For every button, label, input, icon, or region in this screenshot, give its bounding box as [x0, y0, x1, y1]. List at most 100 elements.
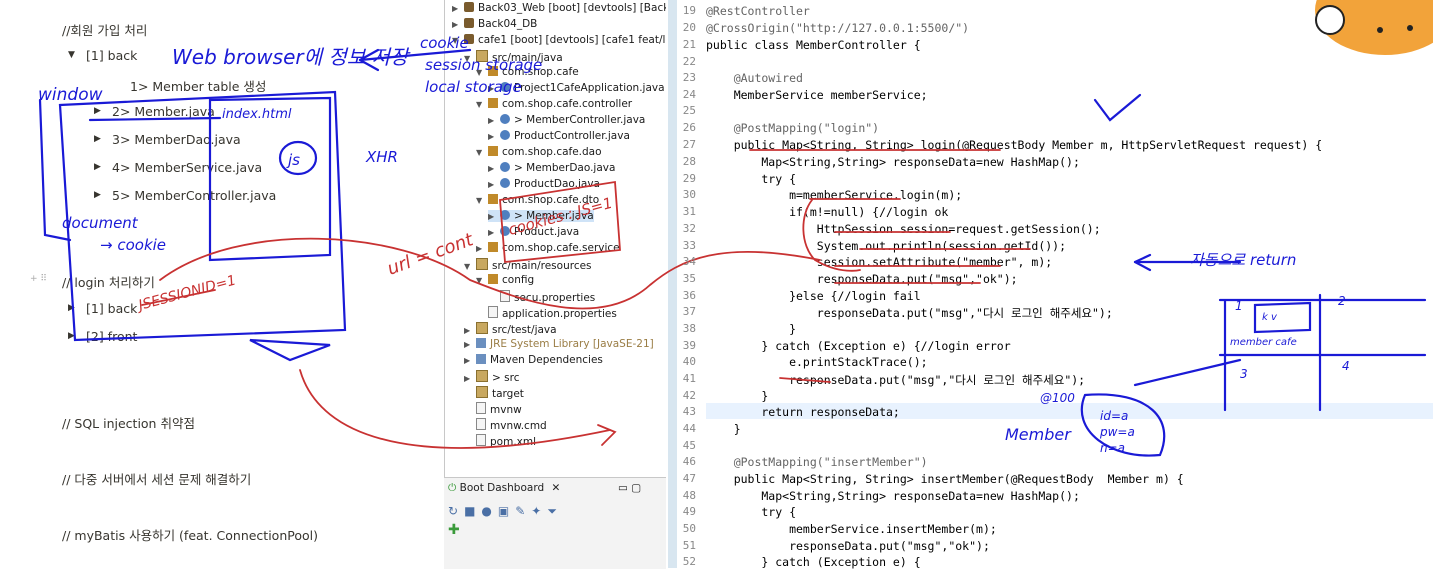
tree-item[interactable]: ▼ com.shop.cafe.dao: [476, 146, 602, 158]
line-number: 34: [682, 255, 696, 268]
debug-icon[interactable]: ●: [481, 504, 497, 518]
boot-icon: ⏻: [448, 482, 457, 494]
add-icon[interactable]: ✚: [448, 522, 460, 538]
tree-item[interactable]: ▼ com.shop.cafe.controller: [476, 98, 632, 110]
maximize-icon[interactable]: ▢: [631, 482, 641, 494]
code-line: @CrossOrigin("http://127.0.0.1:5500/"): [706, 21, 970, 35]
open-console-icon[interactable]: ▣: [498, 504, 515, 518]
tree-item[interactable]: ▶ src/test/java: [464, 322, 557, 336]
minimize-icon[interactable]: ▭: [618, 482, 628, 494]
boot-dashboard-tab[interactable]: ⏻ Boot Dashboard ✕: [448, 482, 560, 495]
view-controls[interactable]: ▭ ▢: [618, 482, 641, 494]
code-line: memberService.insertMember(m);: [706, 522, 997, 536]
code-line: return responseData;: [706, 405, 900, 419]
line-number: 32: [682, 222, 696, 235]
line-number: 35: [682, 272, 696, 285]
folder-icon: [488, 274, 498, 284]
notes-item-5: 5> MemberController.java: [112, 188, 277, 203]
tree-item[interactable]: ▶ > src: [464, 370, 519, 384]
stop-icon[interactable]: ■: [464, 504, 481, 518]
source-folder-icon: [476, 258, 488, 270]
tree-item[interactable]: ▼ src/main/resources: [464, 258, 592, 272]
tree-item[interactable]: ▶ Product.java: [488, 226, 579, 238]
notes-item-1: 1> Member table 생성: [130, 79, 267, 94]
tree-item-selected[interactable]: ▶ > Member.java: [488, 210, 594, 222]
line-number: 19: [682, 4, 696, 17]
code-line: try {: [706, 172, 797, 186]
line-number: 41: [682, 372, 696, 385]
notes-login-back: [1] back: [86, 301, 138, 316]
tree-item[interactable]: ▶ Back04_DB: [452, 18, 537, 30]
folder-icon: [476, 370, 488, 382]
tree-item[interactable]: ▼ com.shop.cafe.dto: [476, 194, 599, 206]
tree-item[interactable]: ▼ cafe1 [boot] [devtools] [cafe1 feat/lo: [452, 34, 672, 46]
line-number: 51: [682, 539, 696, 552]
tree-item[interactable]: ▼ config: [476, 274, 534, 286]
tree-item[interactable]: ▼ src/main/java: [464, 50, 563, 64]
expand-triangle-icon[interactable]: ▶: [94, 190, 101, 200]
line-number: 44: [682, 422, 696, 435]
expand-triangle-icon[interactable]: ▶: [94, 162, 101, 172]
notes-back: [1] back: [86, 48, 138, 63]
tree-item[interactable]: ▶ Back03_Web [boot] [devtools] [Back03: [452, 2, 683, 14]
tree-item[interactable]: ▶ JRE System Library [JavaSE-21]: [464, 338, 654, 350]
add-block-icon[interactable]: + ⠿: [30, 274, 47, 284]
java-file-icon: [500, 130, 510, 140]
close-icon[interactable]: ✕: [551, 482, 560, 494]
overview-ruler[interactable]: [668, 0, 677, 568]
code-line: responseData.put("msg","다시 로그인 해주세요");: [706, 306, 1113, 320]
tree-item[interactable]: ▶ Project1CafeApplication.java: [488, 82, 665, 94]
tree-item[interactable]: ▶ > MemberController.java: [488, 114, 645, 126]
tree-item[interactable]: ▼ com.shop.cafe: [476, 66, 579, 78]
code-line: @RestController: [706, 4, 810, 18]
file-icon: [476, 402, 486, 414]
notes-login-front: [2] front: [86, 329, 138, 344]
line-number: 47: [682, 472, 696, 485]
tree-item[interactable]: ▶ Maven Dependencies: [464, 354, 603, 366]
line-number: 25: [682, 104, 696, 117]
notes-login-heading: // login 처리하기: [62, 275, 155, 290]
line-number: 37: [682, 305, 696, 318]
expand-triangle-icon[interactable]: ▶: [68, 303, 75, 313]
code-line: public Map<String, String> insertMember(…: [706, 472, 1184, 486]
tree-item[interactable]: ▶ ProductDao.java: [488, 178, 600, 190]
edit-icon[interactable]: ✎: [515, 504, 531, 518]
expand-triangle-icon[interactable]: ▶: [68, 331, 75, 341]
line-number: 36: [682, 289, 696, 302]
line-number: 50: [682, 522, 696, 535]
project-icon: [464, 18, 474, 28]
line-number: 33: [682, 239, 696, 252]
package-icon: [488, 98, 498, 108]
code-line: e.printStackTrace();: [706, 355, 928, 369]
tree-item[interactable]: ▶ com.shop.cafe.service: [476, 242, 620, 254]
code-line: responseData.put("msg","ok");: [706, 272, 1018, 286]
package-icon: [488, 146, 498, 156]
code-line: }: [706, 389, 769, 403]
code-line: @Autowired: [706, 71, 803, 85]
tree-item[interactable]: ▶ > MemberDao.java: [488, 162, 615, 174]
tree-item[interactable]: application.properties: [488, 306, 617, 320]
line-number: 28: [682, 155, 696, 168]
tree-item[interactable]: ▶ ProductController.java: [488, 130, 630, 142]
java-file-icon: [500, 82, 510, 92]
tree-item[interactable]: secu.properties: [500, 290, 595, 304]
tree-item[interactable]: pom.xml: [476, 434, 536, 448]
source-folder-icon: [476, 50, 488, 62]
notes-title: //회원 가입 처리: [62, 23, 148, 38]
lightbulb-icon[interactable]: ✦: [531, 504, 547, 518]
line-number: 26: [682, 121, 696, 134]
library-icon: [476, 338, 486, 348]
tree-item[interactable]: target: [476, 386, 524, 400]
code-line: public class MemberController {: [706, 38, 921, 52]
code-line: }else {//login fail: [706, 289, 921, 303]
tree-item[interactable]: mvnw: [476, 402, 522, 416]
code-line: m=memberService.login(m);: [706, 188, 963, 202]
expand-triangle-icon[interactable]: ▶: [94, 134, 101, 144]
tree-item[interactable]: mvnw.cmd: [476, 418, 547, 432]
java-file-icon: [500, 162, 510, 172]
expand-triangle-icon[interactable]: ▶: [94, 106, 101, 116]
code-line: Map<String,String> responseData=new Hash…: [706, 489, 1080, 503]
restart-icon[interactable]: ↻: [448, 504, 464, 518]
filter-icon[interactable]: ⏷: [547, 504, 563, 518]
collapse-triangle-icon[interactable]: ▼: [68, 50, 75, 60]
